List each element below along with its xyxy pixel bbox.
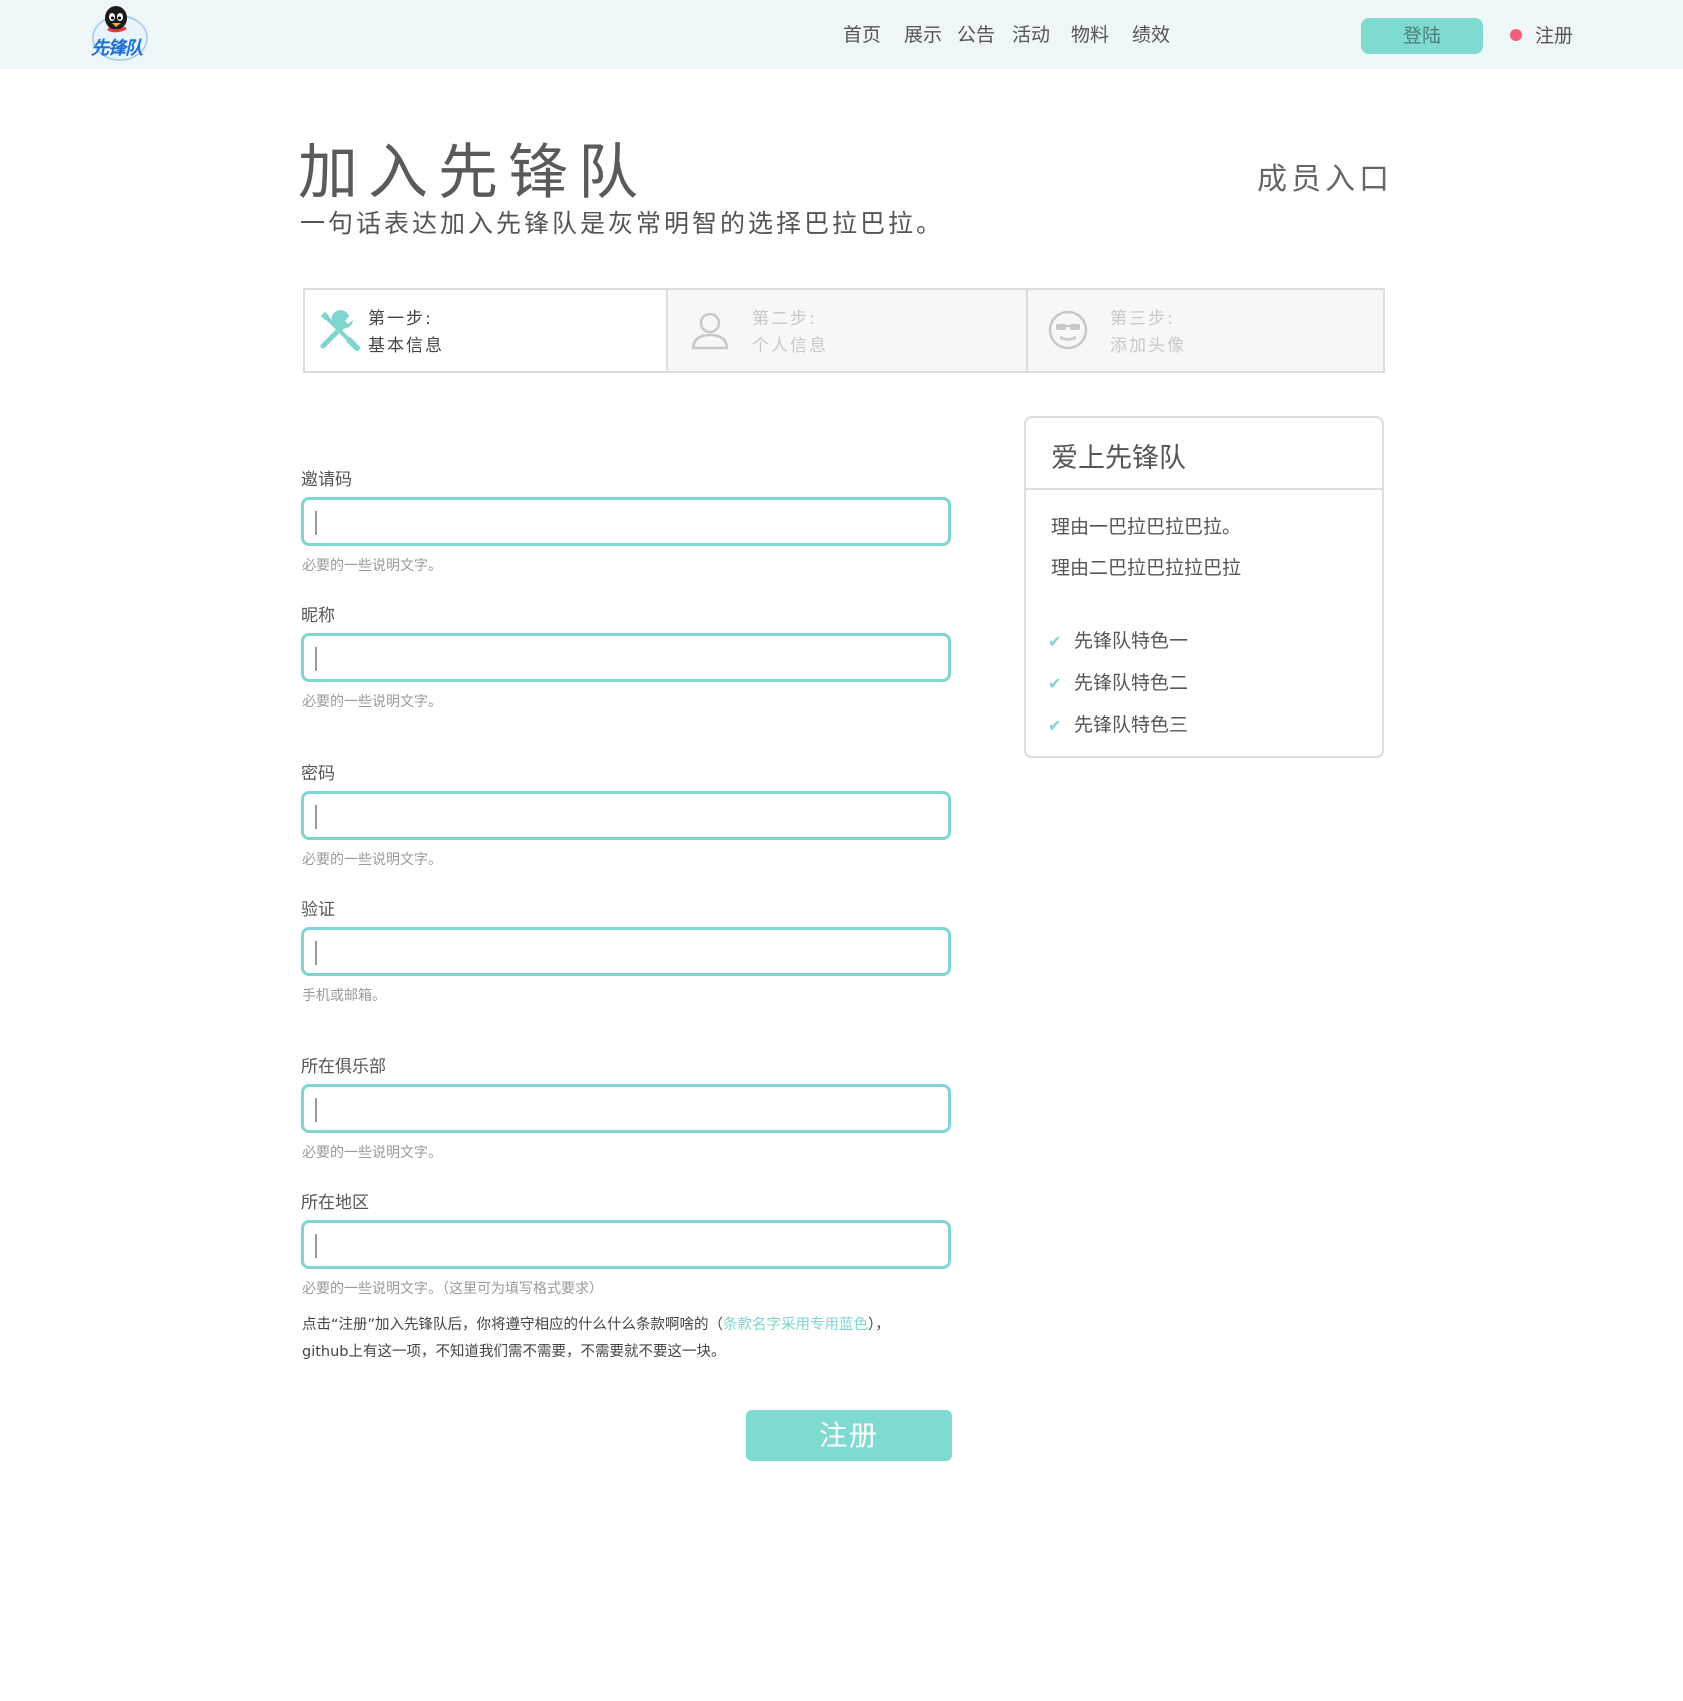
step-1-label: 第一步:: [368, 309, 433, 329]
region-input[interactable]: [301, 1220, 951, 1269]
text-caret: [315, 1098, 317, 1122]
text-caret: [315, 511, 317, 535]
feature-item: ✔ 先锋队特色二: [1048, 668, 1188, 695]
password-label: 密码: [301, 764, 335, 784]
text-caret: [315, 941, 317, 965]
invite-code-input[interactable]: [301, 497, 951, 546]
verify-label: 验证: [301, 900, 335, 920]
nav-performance[interactable]: 绩效: [1132, 20, 1170, 47]
club-help: 必要的一些说明文字。: [302, 1145, 442, 1161]
check-icon: ✔: [1048, 716, 1062, 735]
panel-title: 爱上先锋队: [1051, 443, 1186, 474]
nav-events[interactable]: 活动: [1012, 20, 1050, 47]
terms-link[interactable]: 条款名字采用专用蓝色: [723, 1317, 868, 1333]
text-caret: [315, 1234, 317, 1258]
nav-materials[interactable]: 物料: [1071, 20, 1109, 47]
nav-announce[interactable]: 公告: [957, 20, 995, 47]
feature-label: 先锋队特色一: [1074, 630, 1189, 652]
region-help: 必要的一些说明文字。（这里可为填写格式要求）: [302, 1281, 603, 1297]
feature-label: 先锋队特色二: [1074, 672, 1189, 694]
club-label: 所在俱乐部: [301, 1057, 386, 1077]
step-2-label: 第二步:: [752, 309, 817, 329]
nickname-input[interactable]: [301, 633, 951, 682]
terms-text-before: 点击“注册”加入先锋队后，你将遵守相应的什么什么条款啊啥的（: [302, 1317, 724, 1333]
panel-divider: [1026, 488, 1382, 490]
register-link[interactable]: 注册: [1535, 21, 1573, 48]
invite-code-label: 邀请码: [301, 470, 352, 490]
step-3-label: 第三步:: [1110, 309, 1175, 329]
user-icon: [691, 312, 729, 350]
terms-notice: 点击“注册”加入先锋队后，你将遵守相应的什么什么条款啊啥的（条款名字采用专用蓝色…: [302, 1312, 962, 1366]
feature-item: ✔ 先锋队特色一: [1048, 626, 1188, 653]
region-label: 所在地区: [301, 1193, 369, 1213]
invite-code-help: 必要的一些说明文字。: [302, 558, 442, 574]
top-navbar: 先锋队 首页 展示 公告 活动 物料 绩效 登陆 注册: [0, 0, 1683, 69]
why-join-panel: 爱上先锋队 理由一巴拉巴拉巴拉。 理由二巴拉巴拉拉巴拉 ✔ 先锋队特色一 ✔ 先锋队…: [1024, 416, 1384, 758]
text-caret: [315, 805, 317, 829]
page-subtitle: 一句话表达加入先锋队是灰常明智的选择巴拉巴拉。: [300, 209, 945, 238]
nav-showcase[interactable]: 展示: [904, 20, 942, 47]
check-icon: ✔: [1048, 674, 1062, 693]
nav-home[interactable]: 首页: [843, 20, 881, 47]
register-dot-icon: [1510, 29, 1522, 41]
login-button[interactable]: 登陆: [1361, 18, 1483, 54]
check-icon: ✔: [1048, 632, 1062, 651]
step-indicator: 第一步: 基本信息 第二步: 个人信息 第三步: 添加头像: [303, 288, 1385, 373]
nickname-label: 昵称: [301, 606, 335, 626]
feature-label: 先锋队特色三: [1074, 714, 1189, 736]
feature-item: ✔ 先锋队特色三: [1048, 710, 1188, 737]
step-2[interactable]: 第二步: 个人信息: [666, 290, 1026, 371]
nickname-help: 必要的一些说明文字。: [302, 694, 442, 710]
terms-text-line2: github上有这一项，不知道我们需不需要，不需要就不要这一块。: [302, 1344, 726, 1360]
reason-item: 理由二巴拉巴拉拉巴拉: [1051, 557, 1242, 579]
step-1-name: 基本信息: [368, 336, 444, 356]
logo-text: 先锋队: [91, 38, 143, 59]
club-input[interactable]: [301, 1084, 951, 1133]
verify-input[interactable]: [301, 927, 951, 976]
member-entry-link[interactable]: 成员入口: [1257, 154, 1393, 198]
tools-icon: [320, 310, 360, 351]
terms-text-after: ），: [868, 1317, 890, 1333]
page-title: 加入先锋队: [298, 138, 648, 208]
password-input[interactable]: [301, 791, 951, 840]
step-3[interactable]: 第三步: 添加头像: [1026, 290, 1383, 371]
verify-help: 手机或邮箱。: [302, 988, 386, 1004]
password-help: 必要的一些说明文字。: [302, 852, 442, 868]
register-submit-button[interactable]: 注册: [746, 1410, 952, 1461]
step-1[interactable]: 第一步: 基本信息: [305, 290, 666, 371]
step-2-name: 个人信息: [752, 336, 828, 356]
cool-face-icon: [1048, 310, 1088, 350]
reason-item: 理由一巴拉巴拉巴拉。: [1051, 516, 1242, 538]
step-3-name: 添加头像: [1110, 336, 1186, 356]
text-caret: [315, 647, 317, 671]
